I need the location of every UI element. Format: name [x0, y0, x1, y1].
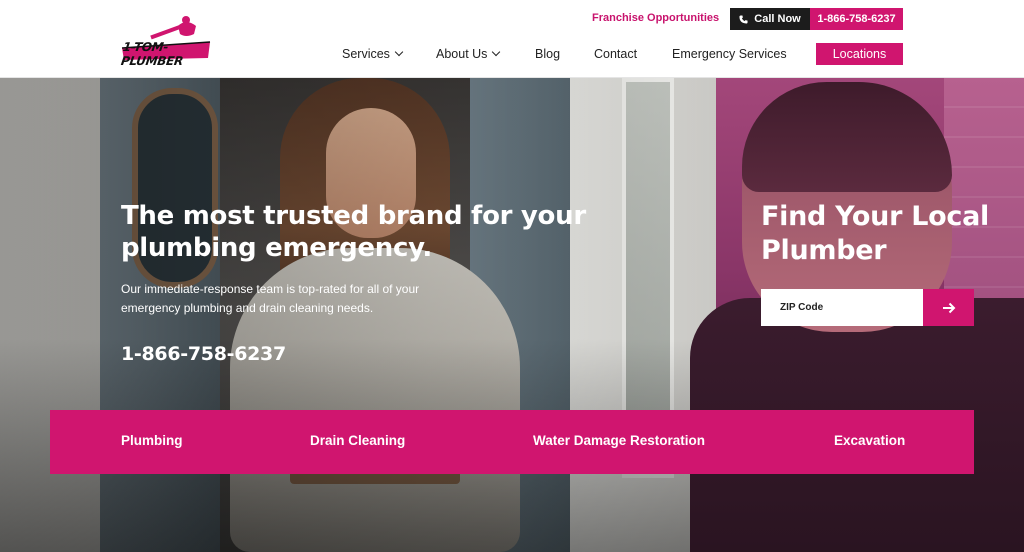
finder-title: Find Your Local Plumber [761, 201, 989, 266]
nav-item-contact[interactable]: Contact [594, 47, 637, 61]
hero-title: The most trusted brand for your plumbing… [121, 201, 586, 263]
zip-submit-button[interactable] [923, 289, 974, 326]
nav-item-services[interactable]: Services [342, 47, 404, 61]
franchise-opportunities-link[interactable]: Franchise Opportunities [592, 12, 719, 24]
service-excavation-link[interactable]: Excavation [834, 433, 905, 448]
nav-item-label: Services [342, 47, 390, 61]
chevron-down-icon [394, 47, 404, 57]
hero-description: Our immediate-response team is top-rated… [121, 282, 420, 315]
locations-button[interactable]: Locations [816, 43, 903, 65]
call-now-label: Call Now [754, 13, 801, 25]
phone-icon [739, 14, 748, 24]
service-plumbing-link[interactable]: Plumbing [121, 433, 183, 448]
arrow-right-icon [942, 302, 955, 313]
nav-item-blog[interactable]: Blog [535, 47, 560, 61]
nav-item-label: Blog [535, 47, 561, 61]
chevron-down-icon [492, 47, 501, 57]
call-now-button[interactable]: Call Now [730, 8, 810, 30]
nav-item-label: About Us [436, 47, 488, 61]
nav-item-label: Contact [594, 47, 638, 61]
header-phone-button[interactable]: 1-866-758-6237 [810, 8, 903, 30]
hero-phone-link[interactable]: 1-866-758-6237 [121, 343, 286, 365]
service-bar: Plumbing Drain Cleaning Water Damage Res… [50, 410, 974, 474]
site-header: 1-TOM-PLUMBER Franchise Opportunities Ca… [0, 0, 1024, 78]
logo-wordmark: 1-TOM-PLUMBER [120, 40, 184, 68]
zip-code-input[interactable] [761, 289, 923, 326]
service-drain-cleaning-link[interactable]: Drain Cleaning [310, 433, 405, 448]
nav-item-about-us[interactable]: About Us [436, 47, 501, 61]
nav-item-emergency-services[interactable]: Emergency Services [672, 47, 787, 61]
service-water-damage-link[interactable]: Water Damage Restoration [533, 433, 705, 448]
site-logo[interactable]: 1-TOM-PLUMBER [120, 12, 212, 68]
nav-item-label: Emergency Services [672, 47, 787, 61]
